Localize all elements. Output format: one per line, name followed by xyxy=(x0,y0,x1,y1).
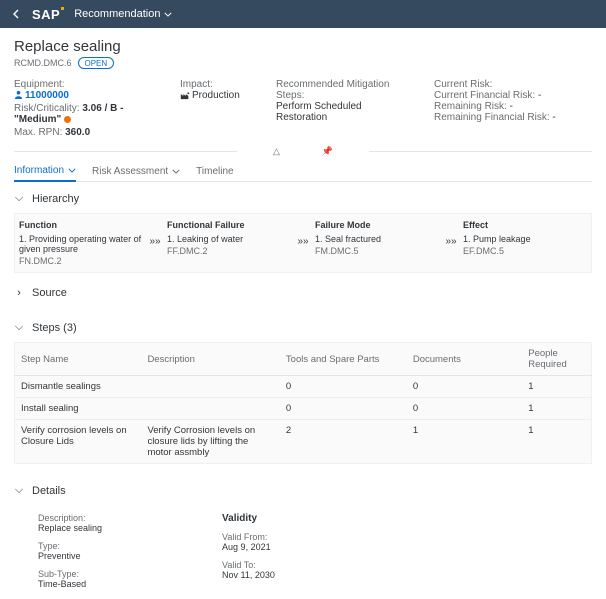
table-cell: Dismantle sealings xyxy=(15,376,142,398)
hierarchy-function-item: 1. Providing operating water of given pr… xyxy=(19,234,143,266)
section-header-source[interactable]: ›Source xyxy=(14,287,592,299)
mitigation-label: Recommended Mitigation Steps: xyxy=(276,79,389,101)
hierarchy-failure-item: 1. Leaking of waterFF.DMC.2 xyxy=(167,234,291,256)
equipment-link[interactable]: 11000000 xyxy=(14,90,154,101)
sap-logo: SAP xyxy=(32,7,64,22)
tab-bar: Information Risk Assessment Timeline xyxy=(14,161,592,182)
table-cell: Install sealing xyxy=(15,398,142,420)
section-source: ›Source xyxy=(14,283,592,311)
person-icon xyxy=(14,90,23,99)
chevron-down-icon: ⌵ xyxy=(14,192,24,205)
details-type-label: Type: xyxy=(38,541,102,551)
chevron-right-icon: › xyxy=(14,287,24,299)
remaining-risk-label: Remaining Risk: xyxy=(434,101,507,112)
current-fin-risk-value: - xyxy=(538,90,541,101)
hierarchy-arrow-icon: »» xyxy=(291,220,315,247)
impact-label: Impact: xyxy=(180,79,213,90)
table-cell: 0 xyxy=(407,376,522,398)
section-hierarchy: ⌵Hierarchy Function 1. Providing operati… xyxy=(14,182,592,283)
hierarchy-failure-label: Functional Failure xyxy=(167,220,291,230)
remaining-fin-risk-value: - xyxy=(552,112,555,123)
maxrpn-label: Max. RPN: xyxy=(14,127,62,138)
page-title: Replace sealing xyxy=(14,38,592,55)
pin-icon: 📌 xyxy=(322,146,333,157)
shell-bar: SAP Recommendation xyxy=(0,0,606,28)
risk-label: Risk/Criticality: xyxy=(14,103,80,114)
hierarchy-mode-item: 1. Seal fracturedFM.DMC.5 xyxy=(315,234,439,256)
details-type-value: Preventive xyxy=(38,551,102,561)
factory-icon xyxy=(180,90,190,100)
tab-risk-assessment[interactable]: Risk Assessment xyxy=(92,161,180,181)
details-subtype-value: Time-Based xyxy=(38,579,102,589)
table-cell xyxy=(141,376,279,398)
chevron-down-icon: ⌵ xyxy=(14,484,24,497)
details-validfrom-label: Valid From: xyxy=(222,532,275,542)
table-cell: 1 xyxy=(522,420,591,464)
section-header-steps[interactable]: ⌵Steps (3) xyxy=(14,321,592,334)
current-fin-risk-label: Current Financial Risk: xyxy=(434,90,535,101)
table-cell: 0 xyxy=(280,376,407,398)
remaining-risk-value: - xyxy=(510,101,513,112)
section-details: ⌵Details Description: Replace sealing Ty… xyxy=(14,474,592,599)
hierarchy-function-label: Function xyxy=(19,220,143,230)
table-row[interactable]: Dismantle sealings001 xyxy=(15,376,592,398)
steps-table: Step Name Description Tools and Spare Pa… xyxy=(14,342,592,464)
status-badge: OPEN xyxy=(78,57,115,69)
object-id: RCMD.DMC.6 xyxy=(14,58,72,68)
col-documents: Documents xyxy=(407,343,522,376)
col-tools: Tools and Spare Parts xyxy=(280,343,407,376)
col-description: Description xyxy=(141,343,279,376)
chevron-down-icon: ⌵ xyxy=(14,321,24,334)
tab-timeline[interactable]: Timeline xyxy=(196,161,233,181)
table-cell: 0 xyxy=(407,398,522,420)
details-validfrom-value: Aug 9, 2021 xyxy=(222,542,275,552)
col-step-name: Step Name xyxy=(15,343,142,376)
table-cell: Verify corrosion levels on Closure Lids xyxy=(15,420,142,464)
section-header-hierarchy[interactable]: ⌵Hierarchy xyxy=(14,192,592,205)
maxrpn-value: 360.0 xyxy=(65,127,90,138)
chevron-up-icon: △ xyxy=(273,146,280,157)
table-cell: 1 xyxy=(522,398,591,420)
equipment-label: Equipment: xyxy=(14,79,65,90)
remaining-fin-risk-label: Remaining Financial Risk: xyxy=(434,112,550,123)
header-collapse-bar[interactable]: △ 📌 xyxy=(14,146,592,157)
current-risk-label: Current Risk: xyxy=(434,79,492,90)
app-title[interactable]: Recommendation xyxy=(74,8,172,20)
chevron-down-icon xyxy=(172,169,180,174)
hierarchy-arrow-icon: »» xyxy=(143,220,167,247)
table-row[interactable]: Verify corrosion levels on Closure LidsV… xyxy=(15,420,592,464)
hierarchy-effect-label: Effect xyxy=(463,220,587,230)
mitigation-value: Perform Scheduled Restoration xyxy=(276,101,408,123)
risk-medium-icon xyxy=(64,116,71,123)
table-cell: 0 xyxy=(280,398,407,420)
table-cell: Verify Corrosion levels on closure lids … xyxy=(141,420,279,464)
details-validity-header: Validity xyxy=(222,513,275,524)
impact-value: Production xyxy=(180,90,250,101)
hierarchy-arrow-icon: »» xyxy=(439,220,463,247)
tab-information[interactable]: Information xyxy=(14,161,76,182)
table-cell: 1 xyxy=(522,376,591,398)
section-steps: ⌵Steps (3) Step Name Description Tools a… xyxy=(14,311,592,474)
back-button[interactable] xyxy=(10,7,22,22)
table-cell: 1 xyxy=(407,420,522,464)
chevron-down-icon xyxy=(164,12,172,17)
details-subtype-label: Sub-Type: xyxy=(38,569,102,579)
details-description-label: Description: xyxy=(38,513,102,523)
hierarchy-effect-item: 1. Pump leakageEF.DMC.5 xyxy=(463,234,587,256)
hierarchy-mode-label: Failure Mode xyxy=(315,220,439,230)
details-description-value: Replace sealing xyxy=(38,523,102,533)
table-cell: 2 xyxy=(280,420,407,464)
chevron-down-icon xyxy=(68,168,76,173)
details-validto-value: Nov 11, 2030 xyxy=(222,570,275,580)
table-row[interactable]: Install sealing001 xyxy=(15,398,592,420)
details-validto-label: Valid To: xyxy=(222,560,275,570)
section-header-details[interactable]: ⌵Details xyxy=(14,484,592,497)
object-header: Replace sealing RCMD.DMC.6 OPEN Equipmen… xyxy=(14,38,592,157)
col-people: People Required xyxy=(522,343,591,376)
table-cell xyxy=(141,398,279,420)
